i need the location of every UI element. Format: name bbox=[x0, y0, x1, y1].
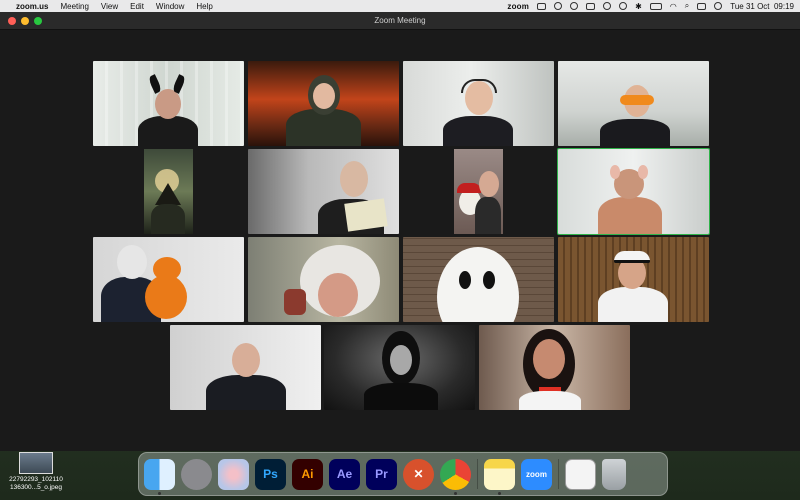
desktop-file-name-line2: 136300...5_o.jpeg bbox=[9, 484, 63, 491]
chrome-icon[interactable] bbox=[440, 458, 471, 495]
pause-icon[interactable] bbox=[603, 2, 612, 10]
illustrator-icon[interactable]: Ai bbox=[292, 458, 323, 490]
remote-desktop-icon[interactable]: ✕ bbox=[403, 458, 434, 490]
siri-icon[interactable] bbox=[714, 2, 723, 10]
dock: Ps Ai Ae Pr ✕ zoom bbox=[138, 452, 668, 496]
cloud-icon[interactable] bbox=[537, 2, 547, 10]
menu-view[interactable]: View bbox=[101, 2, 118, 11]
santa-hat-icon bbox=[457, 183, 481, 193]
video-tile-participant-15[interactable] bbox=[479, 325, 630, 410]
video-tile-participant-2[interactable] bbox=[248, 61, 399, 146]
video-tile-participant-9[interactable] bbox=[93, 237, 244, 322]
headset-icon bbox=[461, 79, 497, 93]
finder-icon[interactable] bbox=[144, 458, 175, 495]
status-area: zoom ✱ ◠ ⌕ Tue 31 Oct 09:19 bbox=[507, 1, 794, 11]
desktop-file-name-line1: 22792293_102110 bbox=[9, 476, 63, 483]
control-center-icon[interactable] bbox=[697, 2, 707, 10]
video-tile-participant-7[interactable] bbox=[403, 149, 554, 234]
animal-ear-icon bbox=[638, 165, 648, 179]
video-tile-participant-8-active-speaker[interactable] bbox=[557, 148, 710, 235]
cup-icon bbox=[284, 289, 306, 315]
battery-icon[interactable] bbox=[649, 2, 662, 10]
notes-icon[interactable] bbox=[484, 458, 515, 495]
video-tile-participant-3[interactable] bbox=[403, 61, 554, 146]
pumpkin-icon bbox=[145, 275, 187, 319]
activity-icon[interactable] bbox=[554, 2, 563, 10]
video-tile-participant-6[interactable] bbox=[248, 149, 399, 234]
menu-edit[interactable]: Edit bbox=[130, 2, 144, 11]
captain-hat-icon bbox=[614, 251, 650, 263]
screen-icon[interactable] bbox=[586, 2, 596, 10]
animal-ear-icon bbox=[610, 165, 620, 179]
window-title: Zoom Meeting bbox=[374, 16, 426, 25]
menu-bar: zoom.us Meeting View Edit Window Help zo… bbox=[0, 0, 800, 12]
window-titlebar: Zoom Meeting bbox=[0, 12, 800, 30]
clock-icon[interactable] bbox=[570, 2, 579, 10]
after-effects-icon[interactable]: Ae bbox=[329, 458, 360, 490]
desktop-file[interactable]: 22792293_102110 136300...5_o.jpeg bbox=[4, 452, 68, 492]
video-tile-participant-13[interactable] bbox=[170, 325, 321, 410]
zoom-status-item[interactable]: zoom bbox=[507, 2, 529, 11]
zoom-icon[interactable]: zoom bbox=[521, 458, 552, 490]
play-icon[interactable] bbox=[619, 2, 628, 10]
downloads-icon[interactable] bbox=[565, 458, 596, 490]
premiere-pro-icon[interactable]: Pr bbox=[366, 458, 397, 490]
image-file-icon bbox=[19, 452, 53, 474]
wifi-icon[interactable]: ◠ bbox=[670, 2, 677, 11]
video-tile-participant-1[interactable] bbox=[93, 61, 244, 146]
system-settings-icon[interactable] bbox=[181, 458, 212, 490]
book-icon bbox=[344, 198, 388, 232]
trash-icon[interactable] bbox=[602, 458, 626, 490]
launchpad-icon[interactable] bbox=[218, 458, 249, 490]
menu-meeting[interactable]: Meeting bbox=[60, 2, 88, 11]
video-tile-participant-5[interactable] bbox=[93, 149, 244, 234]
menu-window[interactable]: Window bbox=[156, 2, 184, 11]
search-icon[interactable]: ⌕ bbox=[685, 1, 689, 11]
menu-app-name[interactable]: zoom.us bbox=[16, 2, 48, 11]
bluetooth-icon[interactable]: ✱ bbox=[635, 2, 642, 11]
video-tile-participant-11[interactable] bbox=[403, 237, 554, 322]
photoshop-icon[interactable]: Ps bbox=[255, 458, 286, 490]
video-tile-participant-10[interactable] bbox=[248, 237, 399, 322]
pumpkin-glasses-icon bbox=[620, 95, 654, 105]
menu-clock[interactable]: Tue 31 Oct 09:19 bbox=[730, 2, 794, 11]
video-tile-participant-4[interactable] bbox=[558, 61, 709, 146]
video-tile-participant-12[interactable] bbox=[558, 237, 709, 322]
zoom-meeting-window: Zoom Meeting bbox=[0, 12, 800, 451]
menu-help[interactable]: Help bbox=[196, 2, 212, 11]
dock-separator bbox=[558, 459, 559, 489]
video-tile-participant-14[interactable] bbox=[324, 325, 475, 410]
dock-separator bbox=[477, 459, 478, 489]
